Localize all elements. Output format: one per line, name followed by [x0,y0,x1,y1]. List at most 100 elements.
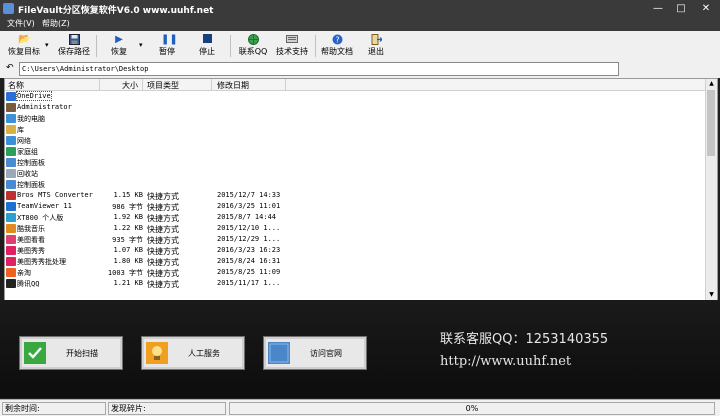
file-list[interactable]: 名称 大小 项目类型 修改日期 OneDrive Administrator 我的电… [4,78,718,301]
column-divider [142,79,143,90]
visit-site-label: 访问官网 [310,349,342,358]
recover-target-label: 恢复目标 [8,47,40,56]
title-bar: FileVault分区恢复软件V6.0 www.uuhf.net — □ ✕ [0,0,720,17]
visit-site-button[interactable]: 访问官网 [263,336,367,370]
found-fragments-label: 发现碎片: [108,402,226,415]
pause-icon: ❚❚ [161,34,178,45]
file-name: 库 [17,126,24,134]
toolbar-divider [315,35,316,57]
recover-button[interactable]: ▶ 恢复 [104,31,134,60]
website-url-text: http://www.uuhf.net [440,354,572,369]
status-bar: 剩余时间: 发现碎片: 0% [0,399,720,416]
file-date: 2015/12/29 1... [217,235,281,243]
app-icon [3,3,14,14]
file-size: 986 字节 [112,203,143,211]
scroll-thumb[interactable] [707,90,715,156]
file-name: 控制面板 [17,159,45,167]
open-folder-icon: 📂 [18,34,31,45]
file-icon [6,191,16,200]
maximize-button[interactable]: □ [673,2,689,15]
list-item[interactable]: 控制面板 [5,157,705,168]
help-doc-label: 帮助文档 [321,47,353,56]
svg-text:?: ? [335,36,339,45]
chevron-down-icon[interactable]: ▾ [45,41,49,49]
pause-button[interactable]: ❚❚ 暂停 [152,31,182,60]
stop-button[interactable]: 停止 [192,31,222,60]
action-panel: 开始扫描 人工服务 访问官网 联系客服QQ：1253140355 http://… [0,300,720,398]
chevron-down-icon[interactable]: ▾ [139,41,143,49]
contact-qq-button[interactable]: 联系QQ [236,31,270,60]
back-arrow-icon[interactable]: ↶ [6,63,14,73]
file-date: 2016/3/23 16:23 [217,246,281,254]
menu-bar: 文件(V) 帮助(Z) [0,17,720,31]
column-name[interactable]: 名称 [8,80,24,91]
start-scan-button[interactable]: 开始扫描 [19,336,123,370]
save-path-button[interactable]: 保存路径 [54,31,94,60]
file-size: 1.22 KB [113,224,143,232]
list-item[interactable]: Administrator [5,102,705,113]
file-name: OneDrive [16,91,52,101]
file-icon [6,235,16,244]
progress-bar: 0% [229,402,715,415]
vertical-scrollbar[interactable]: ▲ ▼ [705,79,717,300]
tech-support-button[interactable]: 技术支持 [274,31,310,60]
file-name: 腾讯QQ [17,280,40,288]
list-item[interactable]: 控制面板 [5,179,705,190]
menu-help[interactable]: 帮助(Z) [42,18,70,29]
file-date: 2015/11/17 1... [217,279,281,287]
list-item[interactable]: 酷我音乐 1.22 KB 快捷方式 2015/12/10 1... [5,223,705,234]
pause-label: 暂停 [159,47,175,56]
manual-service-button[interactable]: 人工服务 [141,336,245,370]
list-item[interactable]: 美图秀秀批处理 1.80 KB 快捷方式 2015/8/24 16:31 [5,256,705,267]
file-name: Administrator [17,103,72,111]
list-item[interactable]: TeamViewer 11 986 字节 快捷方式 2016/3/25 11:01 [5,201,705,212]
contact-qq-text: 联系客服QQ：1253140355 [440,332,609,347]
globe-icon [247,34,259,45]
list-item[interactable]: 腾讯QQ 1.21 KB 快捷方式 2015/11/17 1... [5,278,705,289]
file-name: 我的电脑 [17,115,45,123]
list-item[interactable]: XT800 个人版 1.92 KB 快捷方式 2015/8/7 14:44 [5,212,705,223]
file-date: 2015/8/25 11:09 [217,268,281,276]
file-name: 酷我音乐 [17,225,45,233]
minimize-button[interactable]: — [650,2,666,15]
file-size: 1.15 KB [113,191,143,199]
column-type[interactable]: 项目类型 [147,80,179,91]
file-icon [6,224,16,233]
lightbulb-icon [146,342,168,364]
file-icon [6,125,16,134]
file-date: 2015/12/10 1... [217,224,281,232]
menu-file[interactable]: 文件(V) [7,18,35,29]
list-item[interactable]: 回收站 [5,168,705,179]
close-button[interactable]: ✕ [698,2,714,15]
path-input[interactable]: C:\Users\Administrator\Desktop [19,62,619,76]
file-size: 1.80 KB [113,257,143,265]
list-item[interactable]: 我的电脑 [5,113,705,124]
list-item[interactable]: 库 [5,124,705,135]
list-item[interactable]: 网络 [5,135,705,146]
file-date: 2015/12/7 14:33 [217,191,281,199]
exit-button[interactable]: 退出 [362,31,390,60]
list-item[interactable]: Bros MTS Converter 1.15 KB 快捷方式 2015/12/7 1… [5,190,705,201]
file-icon [6,180,16,189]
file-name: 回收站 [17,170,38,178]
scroll-down-icon[interactable]: ▼ [706,290,717,300]
list-item[interactable]: 亲淘 1003 字节 快捷方式 2015/8/25 11:09 [5,267,705,278]
list-item[interactable]: OneDrive [5,91,705,102]
recover-target-button[interactable]: 📂 恢复目标 [2,31,46,60]
file-icon [6,213,16,222]
column-date[interactable]: 修改日期 [217,80,249,91]
website-icon [268,342,290,364]
contact-qq-label: 联系QQ [238,47,268,56]
list-item[interactable]: 美图看看 935 字节 快捷方式 2015/12/29 1... [5,234,705,245]
help-doc-button[interactable]: ? 帮助文档 [319,31,355,60]
file-date: 2015/8/24 16:31 [217,257,281,265]
column-size[interactable]: 大小 [122,80,138,91]
file-type: 快捷方式 [147,280,179,289]
list-item[interactable]: 家庭组 [5,146,705,157]
file-icon [6,136,16,145]
file-size: 935 字节 [112,236,143,244]
exit-label: 退出 [368,47,384,56]
list-item[interactable]: 美图秀秀 1.07 KB 快捷方式 2016/3/23 16:23 [5,245,705,256]
scroll-up-icon[interactable]: ▲ [706,79,717,89]
play-icon: ▶ [115,34,123,45]
